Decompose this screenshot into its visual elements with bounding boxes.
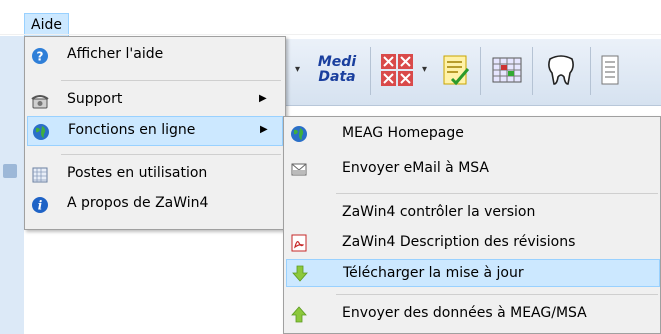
fonctions-en-ligne-submenu: MEAG Homepage Envoyer eMail à MSA ZaWin4… <box>283 116 661 334</box>
menu-aide[interactable]: Aide <box>24 13 69 36</box>
submenu-item-controler-version[interactable]: ZaWin4 contrôler la version <box>286 199 660 227</box>
toolbar-separator <box>590 47 591 95</box>
submenu-arrow-icon: ▶ <box>259 93 267 104</box>
submenu-arrow-icon: ▶ <box>260 124 268 135</box>
submenu-item-label: MEAG Homepage <box>342 125 464 141</box>
toolbar-separator <box>370 47 371 95</box>
menu-item-support[interactable]: Support ▶ <box>27 86 283 116</box>
document-list-icon[interactable] <box>600 53 620 87</box>
submenu-item-label: Télécharger la mise à jour <box>343 265 524 281</box>
globe-icon <box>33 124 49 140</box>
submenu-item-envoyer-email[interactable]: Envoyer eMail à MSA <box>286 155 660 183</box>
menu-item-label: Support <box>67 91 123 107</box>
aide-dropdown-menu: ? Afficher l'aide Support ▶ Fonctions en… <box>24 36 286 230</box>
toolbar-icon <box>3 164 17 178</box>
menu-item-afficher-aide[interactable]: ? Afficher l'aide <box>27 41 283 71</box>
upload-arrow-icon <box>291 306 307 323</box>
phone-icon <box>31 95 49 109</box>
medidata-label-line2: Data <box>318 69 356 85</box>
submenu-separator <box>336 294 658 295</box>
menu-bar: Aide <box>0 0 661 36</box>
submenu-item-label: ZaWin4 contrôler la version <box>342 204 536 220</box>
toolbar-separator <box>532 47 533 95</box>
calendar-grid-icon[interactable] <box>490 53 524 87</box>
info-icon: i <box>32 197 48 213</box>
submenu-item-envoyer-donnees[interactable]: Envoyer des données à MEAG/MSA <box>286 300 660 328</box>
left-panel-strip <box>0 36 24 334</box>
menu-bar-divider <box>0 34 661 35</box>
workstations-icon <box>32 167 48 183</box>
notepad-check-icon[interactable] <box>438 53 472 87</box>
menu-item-postes-utilisation[interactable]: Postes en utilisation <box>27 160 283 190</box>
tooth-chart-icon[interactable] <box>380 53 414 87</box>
menu-separator <box>61 80 281 81</box>
menu-item-a-propos[interactable]: i A propos de ZaWin4 <box>27 190 283 220</box>
menu-item-fonctions-en-ligne[interactable]: Fonctions en ligne ▶ <box>27 116 283 146</box>
submenu-item-meag-homepage[interactable]: MEAG Homepage <box>286 120 660 148</box>
tooth-icon[interactable] <box>544 53 578 87</box>
svg-text:i: i <box>38 199 43 213</box>
submenu-item-label: Envoyer des données à MEAG/MSA <box>342 305 587 321</box>
submenu-item-description-revisions[interactable]: ZaWin4 Description des révisions <box>286 229 660 257</box>
globe-icon <box>291 126 307 142</box>
svg-text:?: ? <box>37 50 44 64</box>
submenu-separator <box>336 193 658 194</box>
submenu-item-label: ZaWin4 Description des révisions <box>342 234 576 250</box>
pdf-icon <box>291 234 307 252</box>
submenu-item-label: Envoyer eMail à MSA <box>342 160 490 176</box>
dropdown-arrow-icon[interactable]: ▾ <box>295 64 300 75</box>
menu-separator <box>61 154 281 155</box>
medidata-label-line1: Medi <box>317 54 357 70</box>
medidata-button[interactable]: Medi Data <box>314 55 360 85</box>
menu-item-label: A propos de ZaWin4 <box>67 195 209 211</box>
menu-item-label: Afficher l'aide <box>67 46 164 62</box>
main-toolbar: ▾ Medi Data ▾ <box>278 39 661 106</box>
dropdown-arrow-icon[interactable]: ▾ <box>422 64 427 75</box>
download-arrow-icon <box>292 265 308 282</box>
menu-item-label: Fonctions en ligne <box>68 122 196 138</box>
menu-item-label: Postes en utilisation <box>67 165 208 181</box>
submenu-item-telecharger-mise-a-jour[interactable]: Télécharger la mise à jour <box>286 259 660 287</box>
help-icon: ? <box>32 48 48 64</box>
toolbar-separator <box>480 47 481 95</box>
mail-icon <box>291 163 307 176</box>
